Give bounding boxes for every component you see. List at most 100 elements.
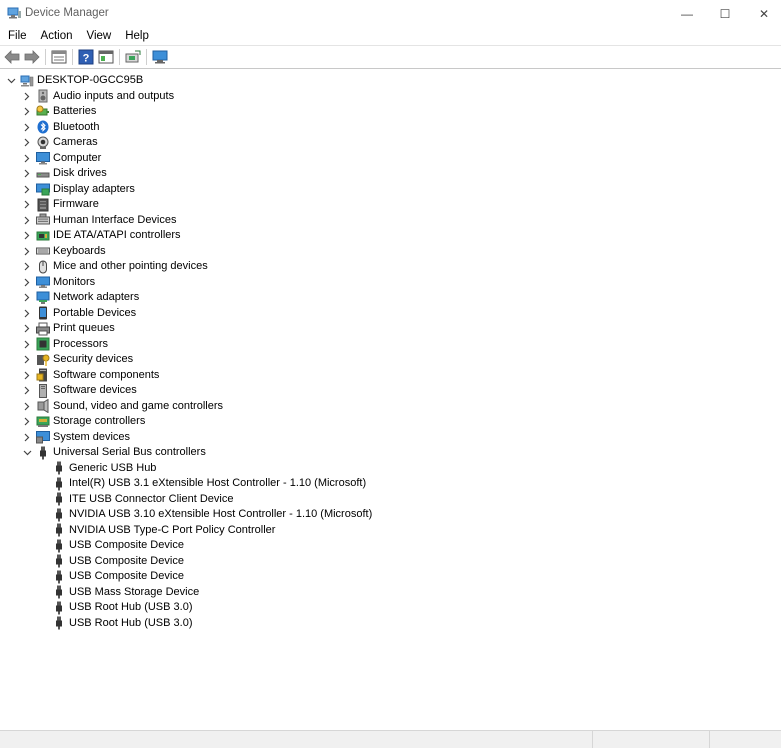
- chevron-right-icon[interactable]: [22, 337, 32, 352]
- tree-item-label: IDE ATA/ATAPI controllers: [53, 229, 181, 242]
- back-button[interactable]: [2, 47, 22, 67]
- scan-hardware-button[interactable]: [150, 47, 170, 67]
- tree-device-item[interactable]: USB Mass Storage Device: [0, 585, 781, 601]
- usb-device-icon: [52, 601, 66, 615]
- mouse-icon: [36, 260, 50, 274]
- tree-category-disk-drives[interactable]: Disk drives: [0, 166, 781, 182]
- camera-icon: [36, 136, 50, 150]
- properties-icon: [51, 50, 67, 64]
- tree-category-processors[interactable]: Processors: [0, 337, 781, 353]
- chevron-right-icon[interactable]: [22, 306, 32, 321]
- title-bar[interactable]: Device Manager — ☐ ✕: [0, 0, 781, 27]
- menu-file[interactable]: File: [0, 27, 34, 45]
- chevron-right-icon[interactable]: [22, 321, 32, 336]
- usb-device-icon: [52, 461, 66, 475]
- tree-item-label: USB Composite Device: [69, 570, 184, 583]
- software-component-icon: [36, 368, 50, 382]
- usb-device-icon: [52, 539, 66, 553]
- tree-category-sound-video-and-game-controllers[interactable]: Sound, video and game controllers: [0, 399, 781, 415]
- tree-device-item[interactable]: USB Root Hub (USB 3.0): [0, 600, 781, 616]
- tree-device-item[interactable]: NVIDIA USB Type-C Port Policy Controller: [0, 523, 781, 539]
- tree-item-label: Bluetooth: [53, 120, 100, 133]
- tree-category-security-devices[interactable]: Security devices: [0, 352, 781, 368]
- chevron-right-icon[interactable]: [22, 197, 32, 212]
- tree-device-item[interactable]: USB Composite Device: [0, 538, 781, 554]
- chevron-right-icon[interactable]: [22, 182, 32, 197]
- action-pane-button[interactable]: [96, 47, 116, 67]
- close-icon: ✕: [758, 6, 770, 21]
- menu-action[interactable]: Action: [34, 27, 80, 45]
- tree-item-label: Mice and other pointing devices: [53, 260, 208, 273]
- chevron-right-icon[interactable]: [22, 135, 32, 150]
- computer-icon: [36, 151, 50, 165]
- chevron-right-icon[interactable]: [22, 352, 32, 367]
- scan-hardware-icon: [152, 50, 168, 64]
- tree-category-network-adapters[interactable]: Network adapters: [0, 290, 781, 306]
- properties-button[interactable]: [49, 47, 69, 67]
- software-device-icon: [36, 383, 50, 398]
- device-tree[interactable]: DESKTOP-0GCC95B Audio inputs and outputs B…: [0, 68, 781, 730]
- tree-device-item[interactable]: USB Root Hub (USB 3.0): [0, 616, 781, 632]
- tree-item-label: Intel(R) USB 3.1 eXtensible Host Control…: [69, 477, 367, 490]
- tree-category-keyboards[interactable]: Keyboards: [0, 244, 781, 260]
- menu-view[interactable]: View: [80, 27, 119, 45]
- tree-category-bluetooth[interactable]: Bluetooth: [0, 120, 781, 136]
- tree-device-item[interactable]: NVIDIA USB 3.10 eXtensible Host Controll…: [0, 507, 781, 523]
- chevron-right-icon[interactable]: [22, 368, 32, 383]
- chevron-right-icon[interactable]: [22, 151, 32, 166]
- chevron-right-icon[interactable]: [22, 166, 32, 181]
- chevron-down-icon[interactable]: [6, 73, 16, 88]
- usb-device-icon: [52, 523, 66, 537]
- chevron-right-icon[interactable]: [22, 275, 32, 290]
- help-button[interactable]: ?: [76, 47, 96, 67]
- chevron-right-icon[interactable]: [22, 104, 32, 119]
- tree-category-portable-devices[interactable]: Portable Devices: [0, 306, 781, 322]
- tree-category-batteries[interactable]: Batteries: [0, 104, 781, 120]
- chevron-right-icon[interactable]: [22, 430, 32, 445]
- chevron-right-icon[interactable]: [22, 414, 32, 429]
- usb-device-icon: [52, 585, 66, 599]
- tree-category-display-adapters[interactable]: Display adapters: [0, 182, 781, 198]
- close-button[interactable]: ✕: [741, 0, 781, 27]
- update-driver-button[interactable]: [123, 47, 143, 67]
- tree-category-firmware[interactable]: Firmware: [0, 197, 781, 213]
- tree-category-print-queues[interactable]: Print queues: [0, 321, 781, 337]
- menu-help[interactable]: Help: [118, 27, 156, 45]
- battery-icon: [36, 105, 50, 119]
- tree-root-computer[interactable]: DESKTOP-0GCC95B: [0, 73, 781, 89]
- chevron-right-icon[interactable]: [22, 213, 32, 228]
- tree-device-item[interactable]: USB Composite Device: [0, 554, 781, 570]
- tree-category-monitors[interactable]: Monitors: [0, 275, 781, 291]
- tree-item-label: Audio inputs and outputs: [53, 89, 175, 102]
- tree-device-item[interactable]: Generic USB Hub: [0, 461, 781, 477]
- tree-category-storage-controllers[interactable]: Storage controllers: [0, 414, 781, 430]
- chevron-right-icon[interactable]: [22, 89, 32, 104]
- forward-button[interactable]: [22, 47, 42, 67]
- tree-category-ide-ata-atapi-controllers[interactable]: IDE ATA/ATAPI controllers: [0, 228, 781, 244]
- tree-category-cameras[interactable]: Cameras: [0, 135, 781, 151]
- tree-category-universal-serial-bus-controllers[interactable]: Universal Serial Bus controllers: [0, 445, 781, 461]
- minimize-icon: —: [681, 6, 693, 21]
- usb-device-icon: [52, 554, 66, 568]
- tree-category-computer[interactable]: Computer: [0, 151, 781, 167]
- root-computer-icon: [20, 74, 34, 88]
- chevron-right-icon[interactable]: [22, 228, 32, 243]
- chevron-right-icon[interactable]: [22, 120, 32, 135]
- tree-device-item[interactable]: USB Composite Device: [0, 569, 781, 585]
- chevron-right-icon[interactable]: [22, 259, 32, 274]
- chevron-right-icon[interactable]: [22, 399, 32, 414]
- tree-category-human-interface-devices[interactable]: Human Interface Devices: [0, 213, 781, 229]
- chevron-right-icon[interactable]: [22, 244, 32, 259]
- tree-category-software-components[interactable]: Software components: [0, 368, 781, 384]
- chevron-right-icon[interactable]: [22, 290, 32, 305]
- chevron-down-icon[interactable]: [22, 445, 32, 460]
- tree-category-system-devices[interactable]: System devices: [0, 430, 781, 446]
- tree-category-mice-and-other-pointing-devices[interactable]: Mice and other pointing devices: [0, 259, 781, 275]
- tree-category-audio-inputs-and-outputs[interactable]: Audio inputs and outputs: [0, 89, 781, 105]
- chevron-right-icon[interactable]: [22, 383, 32, 398]
- tree-device-item[interactable]: ITE USB Connector Client Device: [0, 492, 781, 508]
- tree-device-item[interactable]: Intel(R) USB 3.1 eXtensible Host Control…: [0, 476, 781, 492]
- tree-category-software-devices[interactable]: Software devices: [0, 383, 781, 399]
- tree-item-label: Network adapters: [53, 291, 140, 304]
- tree-item-label: Display adapters: [53, 182, 135, 195]
